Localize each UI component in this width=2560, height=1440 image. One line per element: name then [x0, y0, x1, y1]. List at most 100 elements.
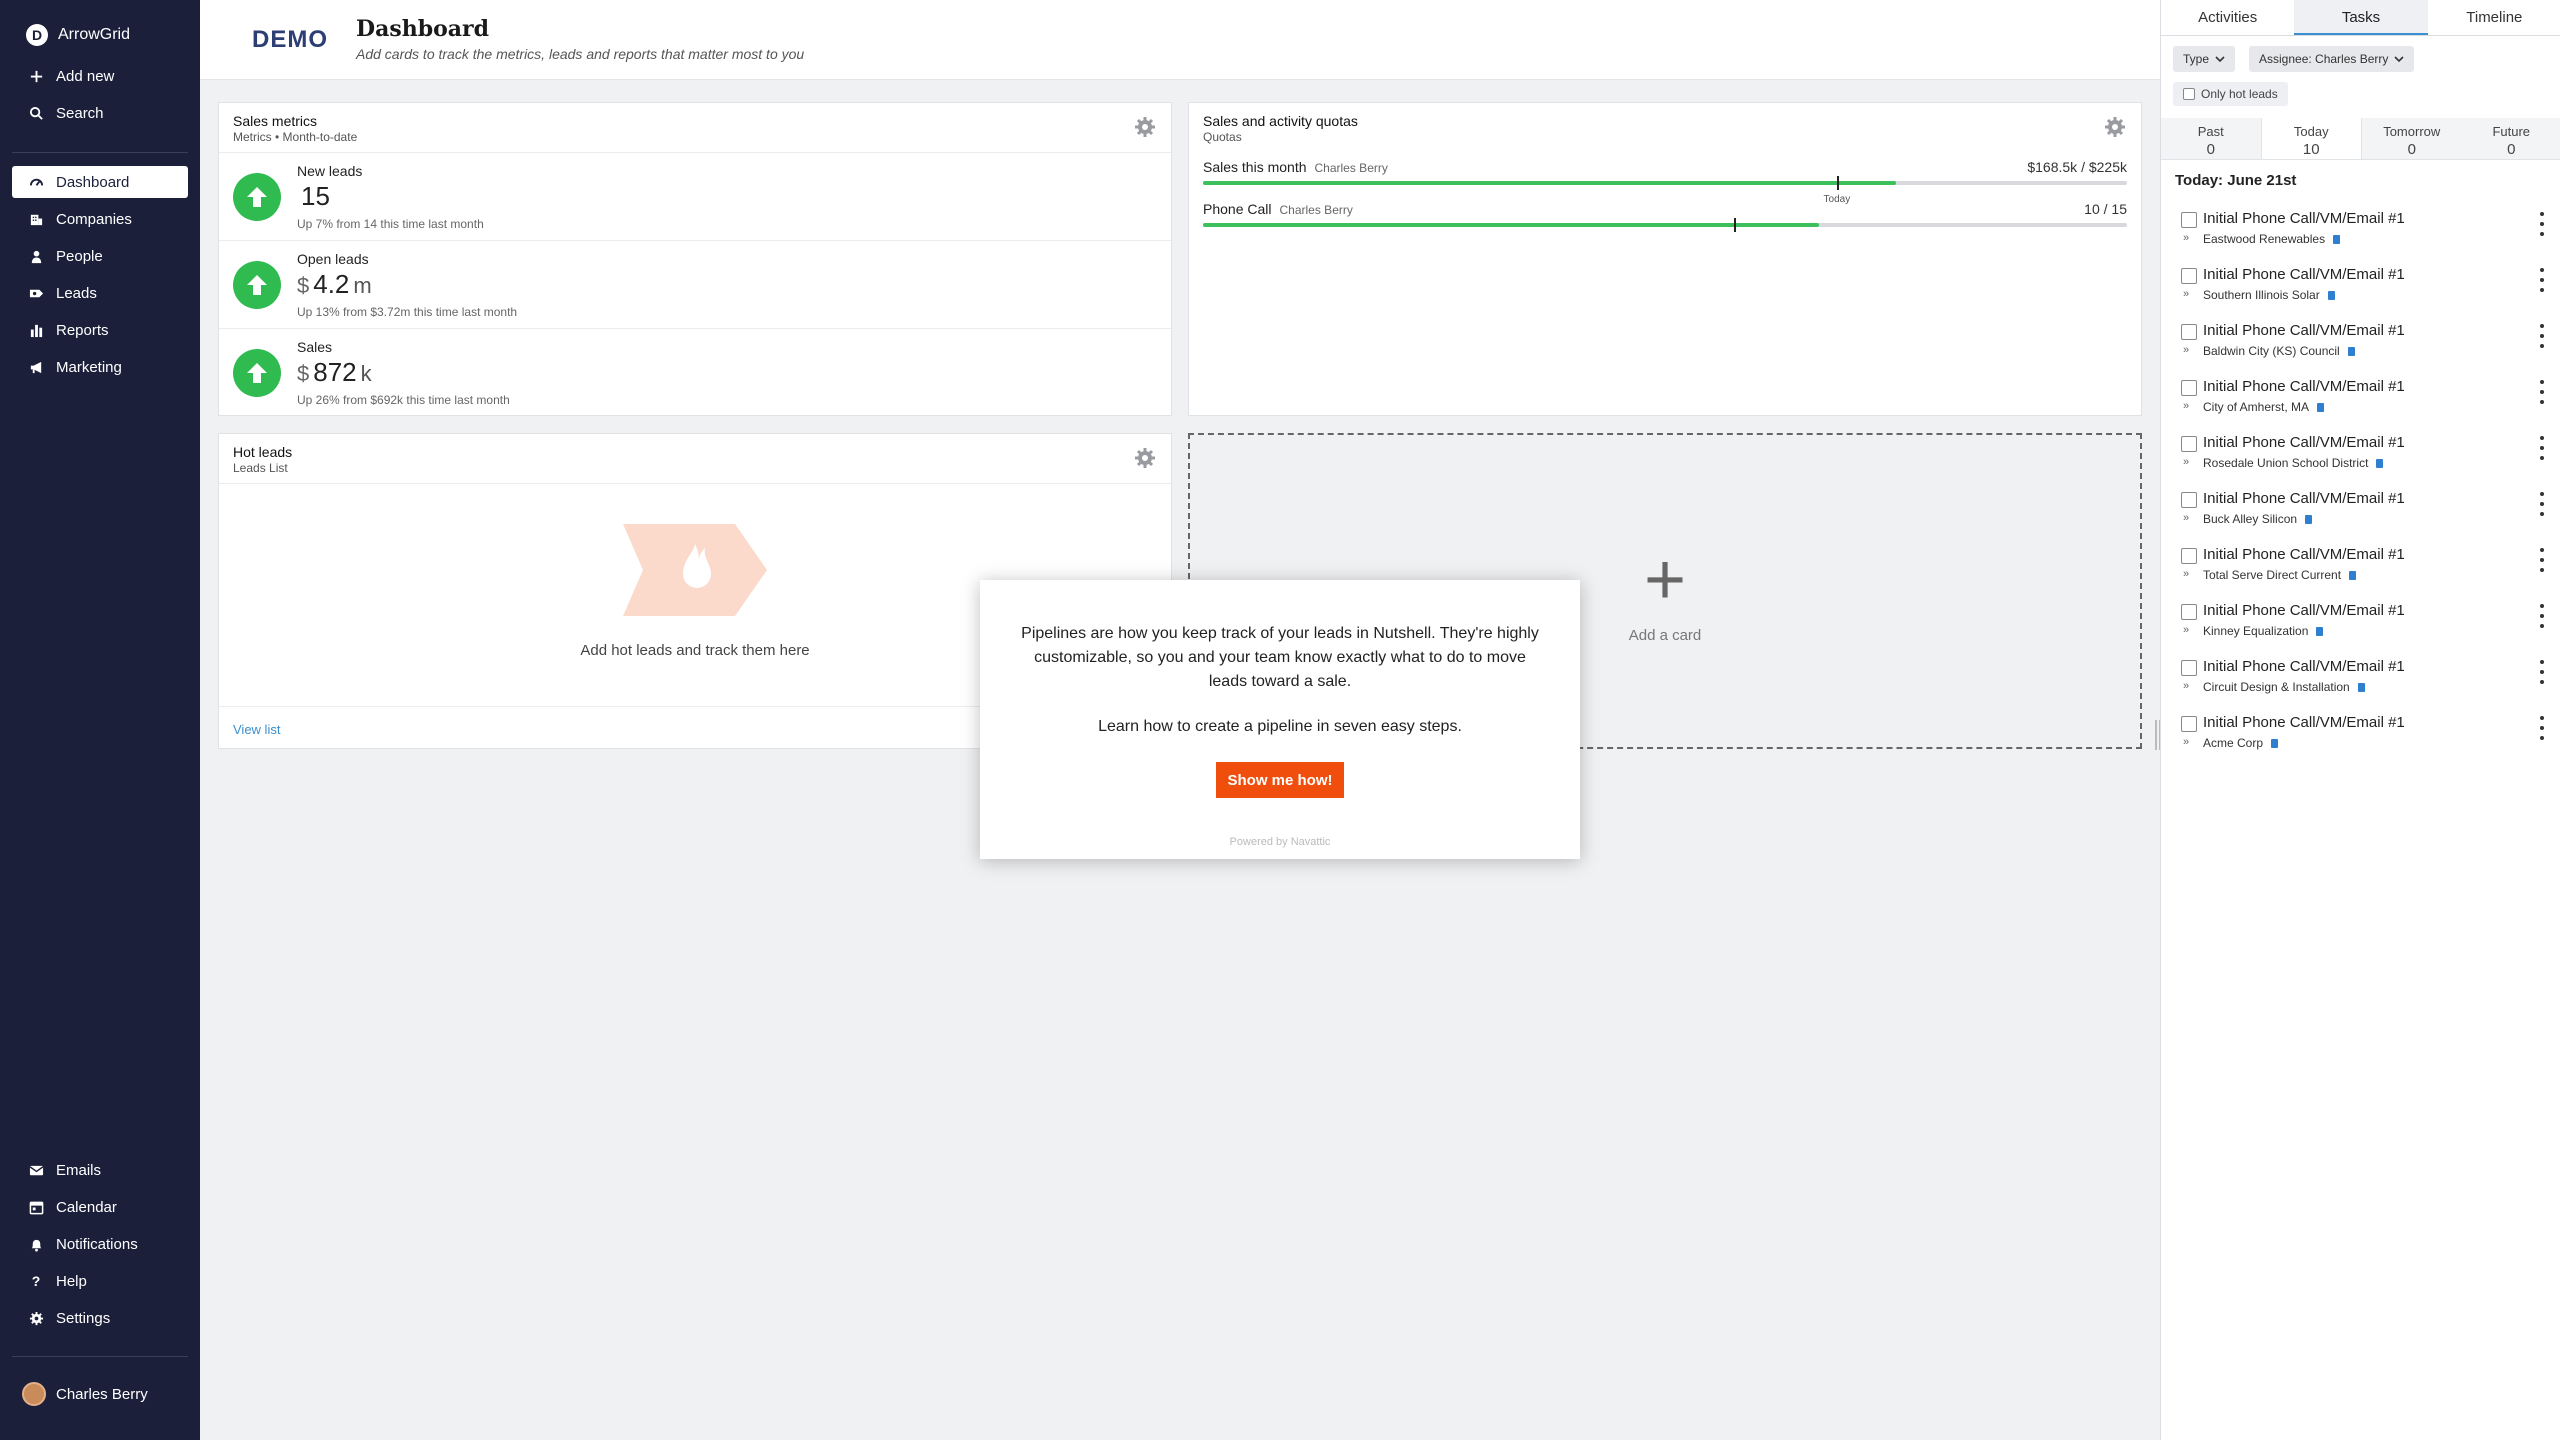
user-menu[interactable]: Charles Berry: [22, 1382, 148, 1406]
task-title[interactable]: Initial Phone Call/VM/Email #1: [2203, 658, 2405, 675]
task-item[interactable]: » Initial Phone Call/VM/Email #1 Southern …: [2161, 262, 2560, 318]
task-company[interactable]: Acme Corp: [2203, 736, 2279, 750]
more-options-icon[interactable]: [2539, 604, 2545, 628]
task-company[interactable]: Eastwood Renewables: [2203, 232, 2341, 246]
more-options-icon[interactable]: [2539, 436, 2545, 460]
task-checkbox[interactable]: [2181, 436, 2197, 452]
metric-new-leads[interactable]: New leads 15 Up 7% from 14 this time las…: [219, 153, 1171, 241]
task-title[interactable]: Initial Phone Call/VM/Email #1: [2203, 602, 2405, 619]
show-me-how-button[interactable]: Show me how!: [1216, 762, 1344, 798]
period-future[interactable]: Future 0: [2462, 118, 2560, 159]
tab-tasks[interactable]: Tasks: [2294, 0, 2428, 35]
sidebar-item-reports[interactable]: Reports: [12, 314, 188, 346]
task-title[interactable]: Initial Phone Call/VM/Email #1: [2203, 266, 2405, 283]
metric-open-leads[interactable]: Open leads $4.2 m Up 13% from $3.72m this…: [219, 241, 1171, 329]
task-company[interactable]: Total Serve Direct Current: [2203, 568, 2357, 582]
metric-label: New leads: [297, 163, 363, 179]
sidebar-item-add-new[interactable]: Add new: [12, 60, 188, 92]
task-item[interactable]: » Initial Phone Call/VM/Email #1 Rosedale …: [2161, 430, 2560, 486]
flag-icon: [2305, 515, 2313, 525]
task-title[interactable]: Initial Phone Call/VM/Email #1: [2203, 546, 2405, 563]
only-hot-leads-checkbox[interactable]: Only hot leads: [2173, 82, 2288, 106]
page-header: DEMO Dashboard Add cards to track the me…: [200, 0, 2160, 80]
task-title[interactable]: Initial Phone Call/VM/Email #1: [2203, 322, 2405, 339]
card-title: Sales and activity quotas: [1203, 113, 1358, 129]
task-checkbox[interactable]: [2181, 324, 2197, 340]
sidebar-item-marketing[interactable]: Marketing: [12, 351, 188, 383]
task-checkbox[interactable]: [2181, 716, 2197, 732]
card-header: Sales metrics Metrics • Month-to-date: [219, 103, 1171, 153]
task-title[interactable]: Initial Phone Call/VM/Email #1: [2203, 434, 2405, 451]
assignee-filter-dropdown[interactable]: Assignee: Charles Berry: [2249, 46, 2415, 72]
task-checkbox[interactable]: [2181, 548, 2197, 564]
task-company[interactable]: Southern Illinois Solar: [2203, 288, 2335, 302]
sidebar-item-help[interactable]: ? Help: [12, 1265, 188, 1297]
task-item[interactable]: » Initial Phone Call/VM/Email #1 Kinney Eq…: [2161, 598, 2560, 654]
sidebar-item-people[interactable]: People: [12, 240, 188, 272]
sidebar-item-companies[interactable]: Companies: [12, 203, 188, 235]
sidebar-item-dashboard[interactable]: Dashboard: [12, 166, 188, 198]
task-company[interactable]: Buck Alley Silicon: [2203, 512, 2313, 526]
plus-icon: [28, 68, 44, 84]
page-title: Dashboard: [356, 16, 489, 42]
more-options-icon[interactable]: [2539, 324, 2545, 348]
period-past[interactable]: Past 0: [2161, 118, 2261, 159]
more-options-icon[interactable]: [2539, 660, 2545, 684]
gear-icon[interactable]: [2103, 115, 2127, 139]
task-item[interactable]: » Initial Phone Call/VM/Email #1 Buck Alle…: [2161, 486, 2560, 542]
tab-timeline[interactable]: Timeline: [2428, 0, 2560, 35]
flag-icon: [2271, 739, 2279, 749]
gear-icon[interactable]: [1133, 446, 1157, 470]
type-filter-dropdown[interactable]: Type: [2173, 46, 2236, 72]
sidebar-item-leads[interactable]: Leads: [12, 277, 188, 309]
task-company[interactable]: City of Amherst, MA: [2203, 400, 2325, 414]
task-checkbox[interactable]: [2181, 660, 2197, 676]
quota-row-phone-call[interactable]: Phone Call Charles Berry 10 / 15: [1203, 201, 2127, 241]
flag-icon: [2347, 347, 2355, 357]
task-company[interactable]: Kinney Equalization: [2203, 624, 2324, 638]
metric-sales[interactable]: Sales $872 k Up 26% from $692k this time …: [219, 329, 1171, 417]
period-today[interactable]: Today 10: [2260, 118, 2362, 159]
sidebar-item-search[interactable]: Search: [12, 97, 188, 129]
task-company[interactable]: Baldwin City (KS) Council: [2203, 344, 2355, 358]
task-item[interactable]: » Initial Phone Call/VM/Email #1 Eastwood …: [2161, 206, 2560, 262]
task-checkbox[interactable]: [2181, 604, 2197, 620]
more-options-icon[interactable]: [2539, 212, 2545, 236]
tab-activities[interactable]: Activities: [2161, 0, 2294, 35]
task-checkbox[interactable]: [2181, 212, 2197, 228]
sidebar-item-settings[interactable]: Settings: [12, 1302, 188, 1334]
task-company[interactable]: Rosedale Union School District: [2203, 456, 2384, 470]
task-item[interactable]: » Initial Phone Call/VM/Email #1 City of A…: [2161, 374, 2560, 430]
view-list-link[interactable]: View list: [233, 722, 280, 737]
more-options-icon[interactable]: [2539, 268, 2545, 292]
sidebar-item-emails[interactable]: Emails: [12, 1154, 188, 1186]
gear-icon[interactable]: [1133, 115, 1157, 139]
more-options-icon[interactable]: [2539, 492, 2545, 516]
quota-label: Sales this month Charles Berry: [1203, 159, 1388, 175]
task-company[interactable]: Circuit Design & Installation: [2203, 680, 2365, 694]
powered-by-label[interactable]: Powered by Navattic: [980, 836, 1580, 848]
task-item[interactable]: » Initial Phone Call/VM/Email #1 Total Ser…: [2161, 542, 2560, 598]
task-item[interactable]: » Initial Phone Call/VM/Email #1 Acme Corp: [2161, 710, 2560, 766]
sidebar-divider: [12, 152, 188, 153]
more-options-icon[interactable]: [2539, 380, 2545, 404]
task-title[interactable]: Initial Phone Call/VM/Email #1: [2203, 378, 2405, 395]
task-item[interactable]: » Initial Phone Call/VM/Email #1 Circuit D…: [2161, 654, 2560, 710]
app-brand[interactable]: D ArrowGrid: [26, 24, 130, 46]
quota-row-sales[interactable]: Sales this month Charles Berry $168.5k / …: [1203, 159, 2127, 205]
metric-value: 15: [301, 181, 330, 211]
task-checkbox[interactable]: [2181, 492, 2197, 508]
more-options-icon[interactable]: [2539, 548, 2545, 572]
task-checkbox[interactable]: [2181, 380, 2197, 396]
task-title[interactable]: Initial Phone Call/VM/Email #1: [2203, 490, 2405, 507]
period-tomorrow[interactable]: Tomorrow 0: [2362, 118, 2462, 159]
sidebar-item-notifications[interactable]: Notifications: [12, 1228, 188, 1260]
double-chevron-icon: »: [2183, 568, 2190, 580]
task-item[interactable]: » Initial Phone Call/VM/Email #1 Baldwin C…: [2161, 318, 2560, 374]
task-title[interactable]: Initial Phone Call/VM/Email #1: [2203, 210, 2405, 227]
more-options-icon[interactable]: [2539, 716, 2545, 740]
task-checkbox[interactable]: [2181, 268, 2197, 284]
building-icon: [28, 211, 44, 227]
task-title[interactable]: Initial Phone Call/VM/Email #1: [2203, 714, 2405, 731]
sidebar-item-calendar[interactable]: Calendar: [12, 1191, 188, 1223]
